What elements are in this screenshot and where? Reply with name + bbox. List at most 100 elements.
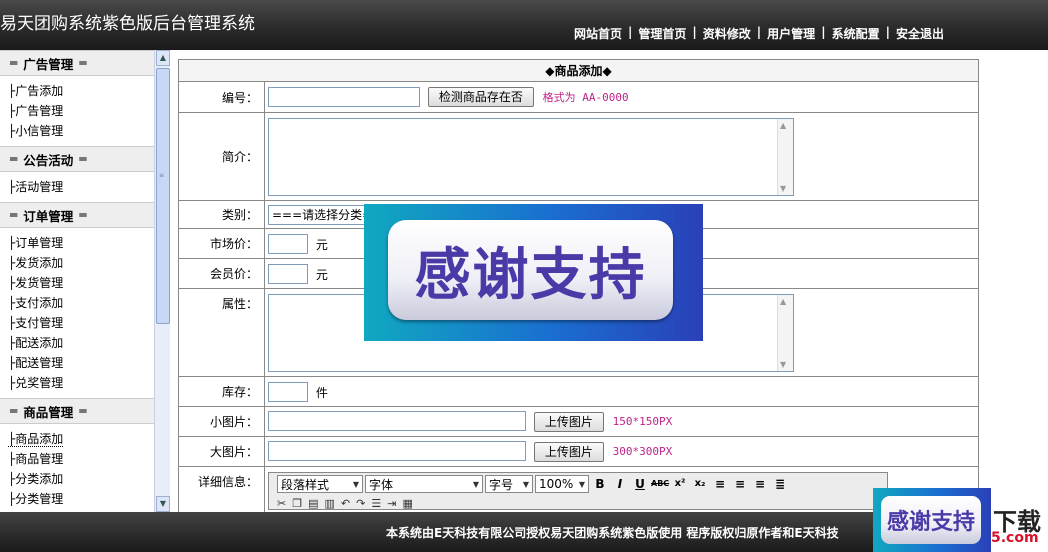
sidebar-item-order-manage[interactable]: ├订单管理	[8, 233, 154, 253]
textarea-scrollbar[interactable]: ▲ ▼	[777, 118, 793, 195]
nav-user-management[interactable]: 用户管理	[767, 25, 815, 42]
strikethrough-icon[interactable]: ABC	[651, 475, 669, 493]
intro-textarea[interactable]: ▲ ▼	[268, 117, 794, 196]
sidebar-scrollbar[interactable]: ▲ ≡ ▼	[154, 50, 170, 512]
chevron-down-icon: ▼	[522, 479, 529, 489]
scroll-up-arrow-icon[interactable]: ▲	[780, 121, 786, 130]
app-title: 易天团购系统紫色版后台管理系统	[0, 14, 255, 34]
market-price-label: 市场价：	[178, 228, 265, 259]
bars-icon: ═	[79, 56, 87, 70]
bars-icon: ═	[10, 404, 18, 418]
nav-site-home[interactable]: 网站首页	[574, 25, 622, 42]
align-center-icon[interactable]: ≡	[731, 475, 749, 493]
sidebar-item-ad-manage[interactable]: ├广告管理	[8, 101, 154, 121]
sidebar-item-shipping-add[interactable]: ├发货添加	[8, 253, 154, 273]
upload-large-image-button[interactable]: 上传图片	[533, 441, 604, 462]
stock-label: 库存：	[178, 376, 265, 407]
table-icon[interactable]: ▦	[402, 497, 412, 510]
nav-system-config[interactable]: 系统配置	[832, 25, 880, 42]
sidebar-group-orders[interactable]: ═ 订单管理 ═	[0, 202, 154, 228]
sidebar-group-products[interactable]: ═ 商品管理 ═	[0, 398, 154, 424]
cut-icon[interactable]: ✂	[277, 497, 286, 510]
font-select[interactable]: 字体 ▼	[365, 475, 483, 493]
sidebar-item-delivery-manage[interactable]: ├配送管理	[8, 353, 154, 373]
sidebar-item-category-add[interactable]: ├分类添加	[8, 469, 154, 489]
sidebar-item-label: ├支付添加	[8, 296, 64, 310]
scroll-down-arrow-icon[interactable]: ▼	[780, 184, 786, 193]
sidebar-item-label: ├发货添加	[8, 256, 64, 270]
stock-input[interactable]	[268, 381, 308, 402]
grip-icon: ≡	[159, 172, 165, 179]
subscript-icon[interactable]: x₂	[691, 475, 709, 493]
sidebar-group-ads[interactable]: ═ 广告管理 ═	[0, 50, 154, 76]
sidebar-item-message-manage[interactable]: ├小信管理	[8, 121, 154, 141]
sidebar-item-product-manage[interactable]: ├商品管理	[8, 449, 154, 469]
dropdown-value: 字号	[489, 477, 514, 492]
sidebar-item-payment-add[interactable]: ├支付添加	[8, 293, 154, 313]
bars-icon: ═	[10, 152, 18, 166]
sidebar-group-items: ├活动管理	[0, 172, 154, 202]
underline-icon[interactable]: U	[631, 475, 649, 493]
paste-text-icon[interactable]: ▥	[325, 497, 335, 510]
sidebar-item-payment-manage[interactable]: ├支付管理	[8, 313, 154, 333]
editor-toolbar: 段落样式 ▼ 字体 ▼ 字号 ▼ 100% ▼ B I U ABC x² x₂ ≡ ≡ …	[269, 473, 887, 495]
redo-icon[interactable]: ↷	[356, 497, 365, 510]
large-image-label: 大图片：	[178, 436, 265, 467]
align-justify-icon[interactable]: ≣	[771, 475, 789, 493]
code-input[interactable]	[268, 86, 420, 107]
nav-admin-home[interactable]: 管理首页	[638, 25, 686, 42]
sidebar-item-label: ├小信管理	[8, 124, 64, 138]
bars-icon: ═	[79, 152, 87, 166]
rich-text-editor: 段落样式 ▼ 字体 ▼ 字号 ▼ 100% ▼ B I U ABC x² x₂ ≡ ≡ …	[268, 472, 888, 510]
small-image-input[interactable]	[268, 411, 526, 432]
nav-logout[interactable]: 安全退出	[896, 25, 944, 42]
upload-small-image-button[interactable]: 上传图片	[533, 411, 604, 432]
sidebar-item-product-add[interactable]: ├商品添加	[8, 429, 154, 449]
font-size-select[interactable]: 字号 ▼	[485, 475, 533, 493]
superscript-icon[interactable]: x²	[671, 475, 689, 493]
sidebar-item-shipping-manage[interactable]: ├发货管理	[8, 273, 154, 293]
sidebar-item-event-manage[interactable]: ├活动管理	[8, 177, 154, 197]
sidebar-item-ad-add[interactable]: ├广告添加	[8, 81, 154, 101]
large-image-input[interactable]	[268, 441, 526, 462]
thanks-badge-text: 感谢支持	[881, 496, 981, 544]
indent-icon[interactable]: ⇥	[387, 497, 396, 510]
dropdown-value: 段落样式	[281, 477, 330, 492]
member-price-input[interactable]	[268, 263, 308, 284]
check-product-exists-button[interactable]: 检测商品存在否	[427, 87, 534, 108]
sidebar-item-label: ├兑奖管理	[8, 376, 64, 390]
textarea-scrollbar[interactable]: ▲ ▼	[777, 294, 793, 371]
sidebar-item-category-manage[interactable]: ├分类管理	[8, 489, 154, 509]
sidebar-item-label: ├订单管理	[8, 236, 64, 250]
zoom-select[interactable]: 100% ▼	[535, 475, 589, 493]
scroll-up-arrow-icon[interactable]: ▲	[156, 50, 170, 66]
scroll-up-arrow-icon[interactable]: ▲	[780, 297, 786, 306]
sidebar-item-delivery-add[interactable]: ├配送添加	[8, 333, 154, 353]
chevron-down-icon: ▼	[578, 479, 585, 489]
paragraph-style-select[interactable]: 段落样式 ▼	[277, 475, 363, 493]
watermark-bottom-text: 5.com	[991, 530, 1039, 546]
sidebar-group-events[interactable]: ═ 公告活动 ═	[0, 146, 154, 172]
scroll-down-arrow-icon[interactable]: ▼	[156, 496, 170, 512]
scroll-down-arrow-icon[interactable]: ▼	[780, 360, 786, 369]
nav-edit-profile[interactable]: 资料修改	[703, 25, 751, 42]
sidebar-item-prize-manage[interactable]: ├兑奖管理	[8, 373, 154, 393]
market-price-input[interactable]	[268, 233, 308, 254]
dropdown-value: 100%	[539, 477, 574, 491]
copy-icon[interactable]: ❐	[292, 497, 302, 510]
sidebar-item-label: ├广告管理	[8, 104, 64, 118]
undo-icon[interactable]: ↶	[341, 497, 350, 510]
scroll-thumb[interactable]	[156, 68, 170, 324]
bold-icon[interactable]: B	[591, 475, 609, 493]
form-heading: ◆商品添加◆	[178, 59, 979, 82]
paste-icon[interactable]: ▤	[308, 497, 318, 510]
italic-icon[interactable]: I	[611, 475, 629, 493]
attributes-label: 属性：	[178, 288, 265, 377]
editor-toolbar-second-row: ✂ ❐ ▤ ▥ ↶ ↷ ☰ ⇥ ▦	[269, 495, 887, 510]
align-right-icon[interactable]: ≡	[751, 475, 769, 493]
ordered-list-icon[interactable]: ☰	[371, 497, 381, 510]
dropdown-value: 字体	[369, 477, 394, 492]
sidebar: ═ 广告管理 ═ ├广告添加 ├广告管理 ├小信管理 ═ 公告活动 ═ ├活动管…	[0, 50, 170, 512]
align-left-icon[interactable]: ≡	[711, 475, 729, 493]
sidebar-item-label: ├商品管理	[8, 452, 64, 466]
